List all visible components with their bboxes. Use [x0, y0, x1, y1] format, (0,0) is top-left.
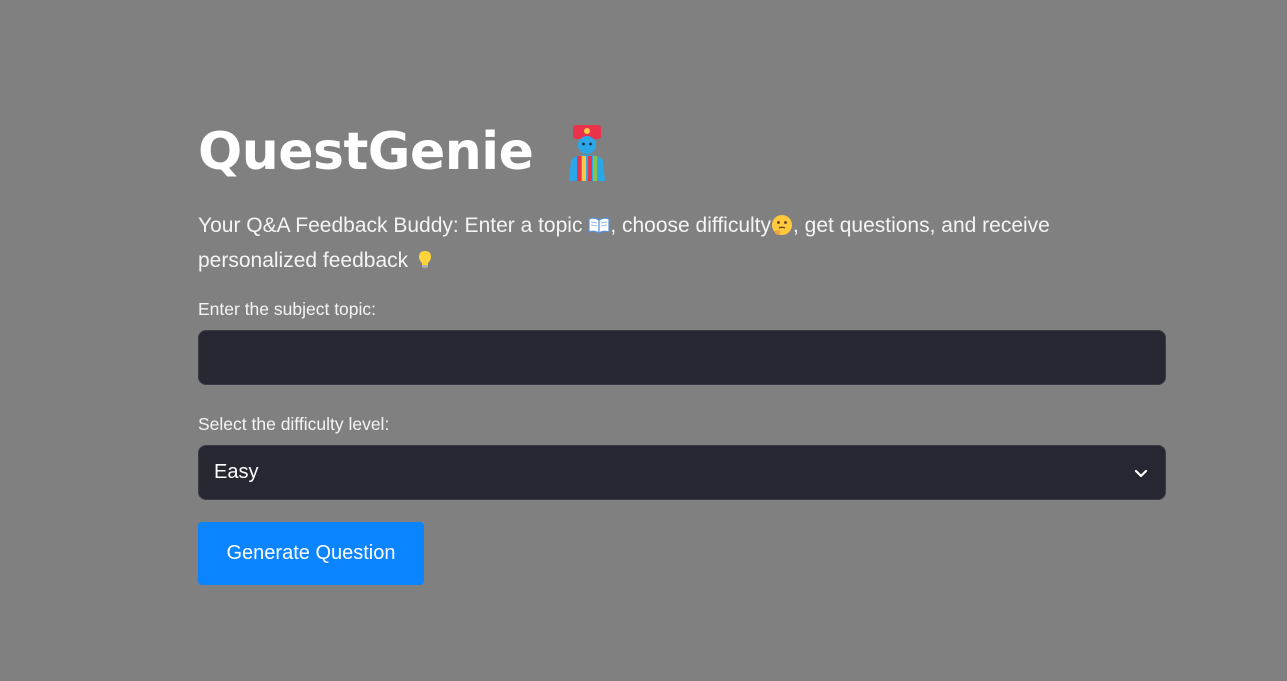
subtitle: Your Q&A Feedback Buddy: Enter a topic ,…	[198, 208, 1166, 278]
difficulty-select[interactable]: Easy	[198, 445, 1166, 500]
chevron-down-icon[interactable]	[1133, 465, 1149, 481]
topic-input[interactable]	[198, 330, 1166, 385]
page-title: QuestGenie	[198, 122, 534, 182]
thinking-face-icon	[772, 215, 793, 235]
difficulty-label: Select the difficulty level:	[198, 414, 390, 434]
main-content: QuestGenie Your Q&A Feedback Buddy: Ente…	[198, 112, 1166, 585]
title-row: QuestGenie	[198, 112, 1166, 192]
app-page: QuestGenie Your Q&A Feedback Buddy: Ente…	[0, 0, 1287, 681]
subtitle-text-2: , choose difficulty	[610, 214, 772, 237]
topic-label: Enter the subject topic:	[198, 299, 377, 319]
light-bulb-icon	[419, 251, 431, 270]
subtitle-text-1: Your Q&A Feedback Buddy: Enter a topic	[198, 214, 583, 237]
genie-icon	[569, 125, 606, 181]
generate-question-button[interactable]: Generate Question	[198, 522, 424, 585]
difficulty-selected-value: Easy	[214, 461, 259, 483]
open-book-icon	[588, 217, 610, 235]
